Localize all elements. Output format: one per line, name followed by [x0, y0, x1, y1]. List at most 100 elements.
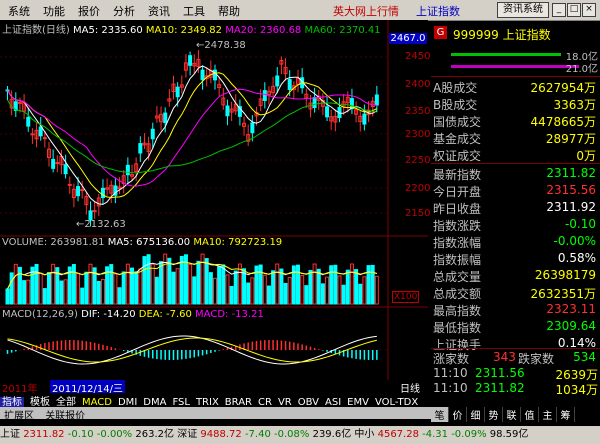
candle-body	[125, 164, 130, 176]
volume-bar	[121, 271, 126, 305]
volume-bar	[366, 265, 371, 305]
tab-price[interactable]: 价	[449, 407, 467, 422]
zx-index: 4567.28	[377, 429, 419, 440]
quote-row: A股成交 2627954万	[433, 79, 596, 95]
tab-chips[interactable]: 筹	[557, 407, 575, 422]
volume-bar	[229, 285, 234, 305]
separator	[431, 163, 600, 164]
volume-bar	[22, 280, 27, 305]
volume-bar	[233, 270, 238, 305]
quote-row-value: 2309.64	[546, 319, 596, 333]
tab-ticks[interactable]: 笔	[431, 407, 449, 422]
volume-bar	[271, 270, 276, 305]
sz-change: -7.40	[244, 429, 271, 440]
menu-quote[interactable]: 报价	[78, 3, 100, 19]
quote-row: 指数振幅 0.58%	[433, 251, 596, 267]
candle-body	[262, 90, 267, 101]
quote-row-label: 昨日收盘	[433, 202, 482, 216]
quote-row: 最新指数 2311.82	[433, 166, 596, 182]
volume-bar	[117, 287, 122, 305]
quote-row-value: 26398179	[534, 268, 596, 282]
quote-row: 最高指数 2323.11	[433, 302, 596, 318]
volume-bar	[283, 282, 288, 305]
g-badge[interactable]: G	[434, 26, 447, 39]
candle-body	[213, 69, 217, 81]
candle-body	[200, 69, 205, 81]
tick-time: 11:10	[433, 381, 468, 395]
quote-row-label: 最新指数	[433, 168, 482, 182]
menu-tools[interactable]: 工具	[183, 3, 205, 19]
tab-detail[interactable]: 细	[467, 407, 485, 422]
candle-body	[63, 164, 68, 175]
tab-linked[interactable]: 联	[503, 407, 521, 422]
candle-body	[325, 106, 330, 118]
close-icon[interactable]: ×	[582, 3, 596, 17]
quote-row: 指数涨跌 -0.10	[433, 217, 596, 233]
quote-row-label: 最高指数	[433, 304, 482, 318]
volume-unit: X100	[392, 291, 420, 303]
volume-bar	[221, 264, 226, 305]
menu-title: 英大网上行情	[333, 5, 399, 18]
chart-header: 上证指数(日线) MA5: 2335.60 MA10: 2349.82 MA20…	[2, 21, 381, 36]
info-system-button[interactable]: 资讯系统	[497, 2, 549, 18]
volume-bar	[146, 254, 151, 305]
restore-icon[interactable]: □	[567, 3, 581, 17]
candle-body	[150, 128, 155, 140]
volume-bar	[134, 271, 139, 305]
advance-decline-row: 涨家数 343 跌家数 534	[433, 350, 596, 366]
quote-row-value: 2627954万	[530, 81, 596, 95]
price-axis-label: 2200	[405, 183, 431, 194]
tab-related-quotes[interactable]: 关联报价	[45, 411, 85, 422]
stock-code-name: 999999 上证指数	[453, 28, 551, 42]
tab-main[interactable]: 主	[539, 407, 557, 422]
sh-label: 上证	[0, 429, 20, 440]
volume-header: VOLUME: 263981.81 MA5: 675136.00 MA10: 7…	[2, 237, 282, 248]
quote-row-label: 基金成交	[433, 132, 482, 146]
ma5-value: MA5: 2335.60	[73, 25, 143, 36]
kline-chart[interactable]	[0, 20, 428, 380]
volume-bar	[96, 280, 101, 305]
sell-volume-bar	[451, 65, 579, 68]
zx-change: -4.31	[422, 429, 449, 440]
menu-analysis[interactable]: 分析	[113, 3, 135, 19]
quote-panel: G 999999 上证指数 18.0亿 21.0亿 A股成交 2627954万 B股…	[431, 20, 600, 380]
quote-row: 今日开盘 2315.56	[433, 183, 596, 199]
decline-count: 534	[573, 350, 596, 364]
menu-help[interactable]: 帮助	[218, 3, 240, 19]
buy-volume-bar	[451, 53, 561, 56]
chart-name: 上证指数(日线)	[2, 25, 70, 36]
volume-bar	[154, 276, 159, 305]
candle-body	[51, 158, 56, 169]
tab-value[interactable]: 值	[521, 407, 539, 422]
tab-extension-area[interactable]: 扩展区	[4, 411, 34, 422]
quote-row-label: 国债成交	[433, 115, 482, 129]
candle-body	[287, 79, 292, 90]
macd-dif: DIF: -14.20	[81, 309, 136, 320]
quote-row-label: 今日开盘	[433, 185, 482, 199]
candle-body	[175, 86, 180, 98]
menu-bar: 系统 功能 报价 分析 资讯 工具 帮助 英大网上行情 上证指数 资讯系统 _ …	[0, 0, 600, 21]
menu-info[interactable]: 资讯	[148, 3, 170, 19]
volume-bar	[329, 265, 334, 305]
tick-volume: 1034万	[555, 383, 598, 397]
menu-system[interactable]: 系统	[8, 3, 30, 19]
separator	[431, 76, 600, 77]
high-label: ←2478.38	[196, 40, 246, 51]
volume-bar	[258, 264, 263, 305]
sz-label: 深证	[177, 429, 198, 440]
quote-row-label: 总成交量	[433, 270, 482, 284]
price-axis-label: 2450	[405, 51, 431, 62]
tab-trend[interactable]: 势	[485, 407, 503, 422]
volume-bar	[370, 264, 375, 305]
tick-row: 11:10 2311.82 1034万	[433, 381, 598, 397]
volume-value: VOLUME: 263981.81	[2, 237, 105, 248]
volume-bar	[217, 265, 222, 305]
volume-bar	[159, 261, 164, 305]
quote-row: 权证成交 0万	[433, 147, 596, 163]
quote-row-value: 2323.11	[546, 302, 596, 316]
quote-row-value: 2632351万	[530, 287, 596, 301]
minimize-icon[interactable]: _	[552, 3, 566, 17]
volume-bar	[354, 269, 359, 305]
volume-bar	[84, 271, 89, 305]
menu-function[interactable]: 功能	[43, 3, 65, 19]
